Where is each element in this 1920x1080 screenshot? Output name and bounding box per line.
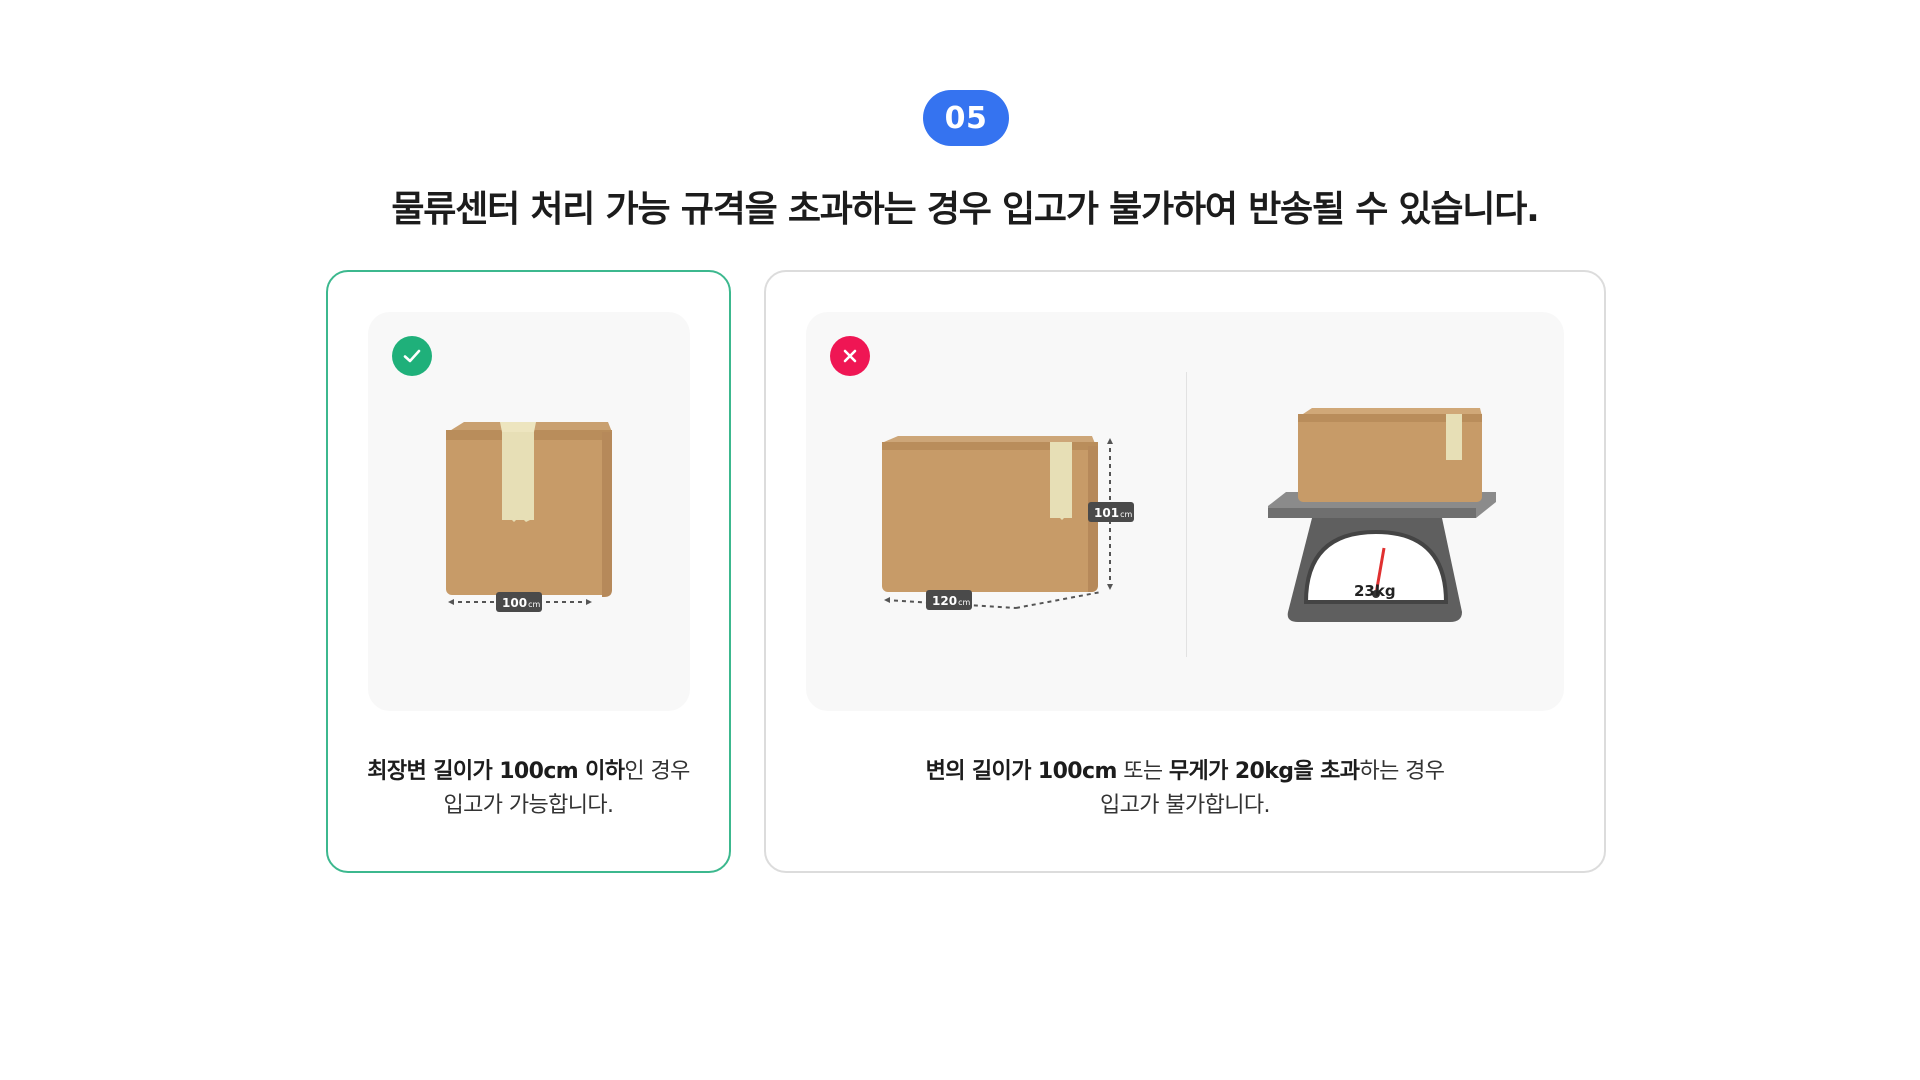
step-badge: 05 <box>923 90 1009 146</box>
rejected-size-card: 120cm 101cm 23kg 변의 길이가 100cm 또는 무게가 20k… <box>764 270 1606 873</box>
oversize-box-illustration: 120cm 101cm 23kg <box>882 408 1496 622</box>
acceptable-caption: 최장변 길이가 100cm 이하인 경우 입고가 가능합니다. <box>367 759 690 818</box>
scale-reading: 23kg <box>1354 582 1396 600</box>
page-title: 물류센터 처리 가능 규격을 초과하는 경우 입고가 불가하여 반송될 수 있습… <box>391 189 1539 230</box>
box-illustration: 100cm <box>446 422 612 612</box>
acceptable-illustration-panel: 100cm <box>368 312 690 711</box>
rejected-illustration-panel: 120cm 101cm 23kg <box>806 312 1564 711</box>
acceptable-size-card: 100cm 최장변 길이가 100cm 이하인 경우 입고가 가능합니다. <box>326 270 731 873</box>
rejected-caption: 변의 길이가 100cm 또는 무게가 20kg을 초과하는 경우 입고가 불가… <box>925 759 1445 818</box>
scale-icon: 23kg <box>1268 492 1496 622</box>
